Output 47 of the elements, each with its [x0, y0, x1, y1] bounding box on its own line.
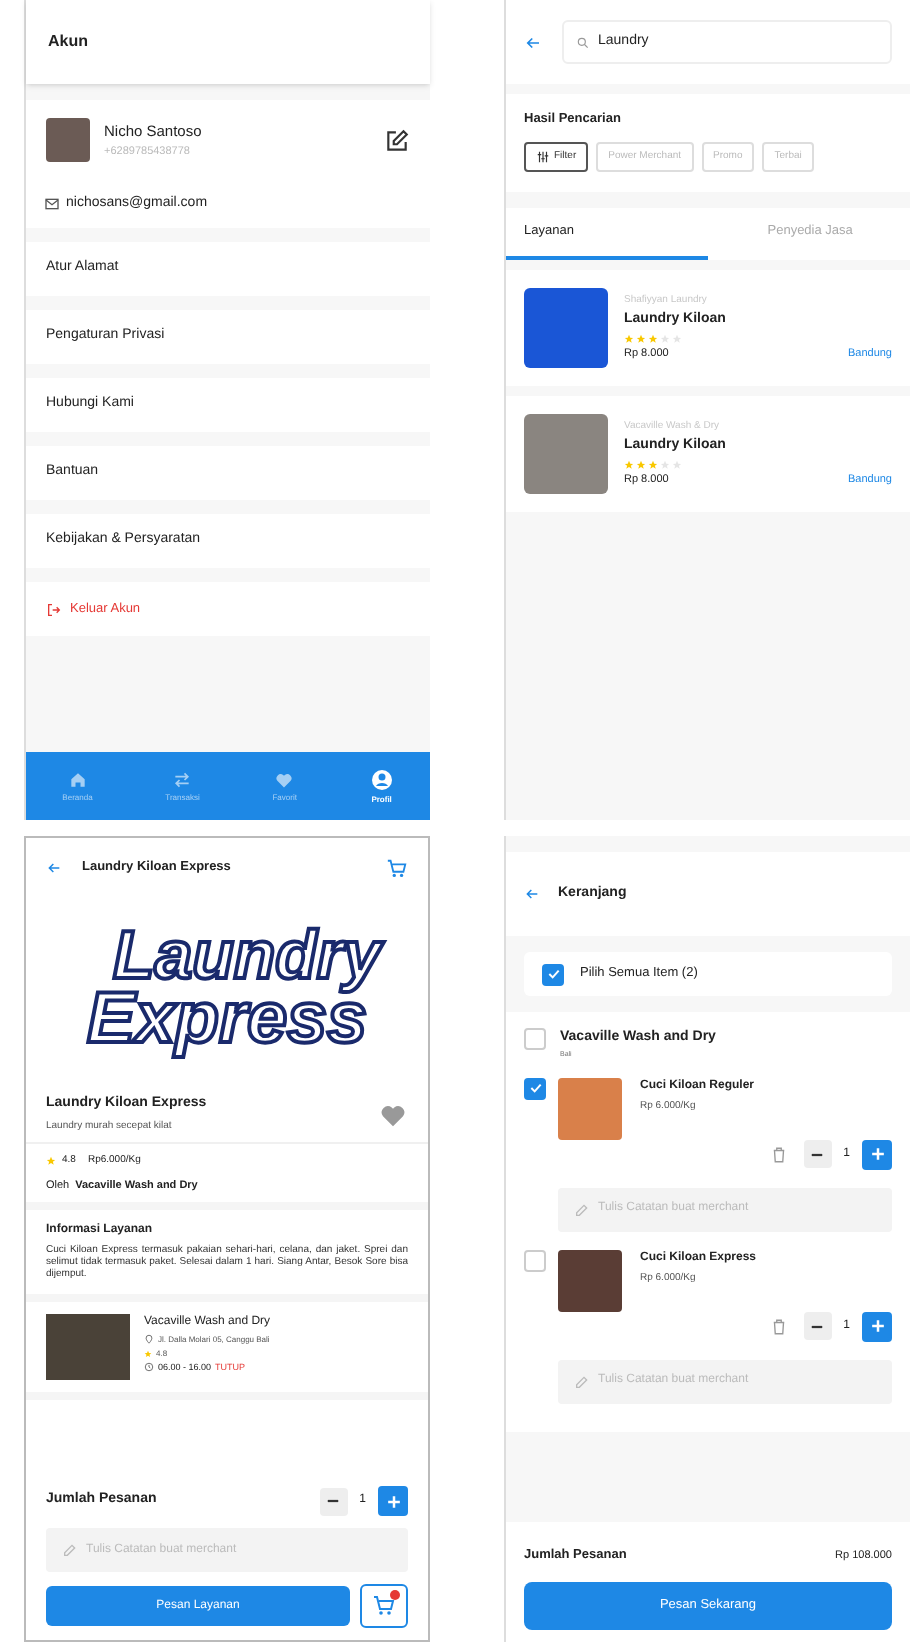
checkbox[interactable]	[524, 1249, 546, 1272]
photo-placeholder	[524, 413, 608, 494]
sliders-icon	[536, 149, 550, 164]
back-arrow-icon[interactable]	[46, 860, 62, 876]
plus-button[interactable]	[862, 1311, 892, 1342]
star-icon	[144, 1349, 152, 1357]
plus-button[interactable]	[862, 1139, 892, 1170]
logout-icon	[46, 601, 62, 617]
back-arrow-icon[interactable]	[524, 33, 542, 51]
heart-icon	[274, 769, 295, 789]
edit-icon	[574, 1201, 590, 1218]
cart-icon	[372, 1594, 396, 1618]
star-icon	[46, 1156, 56, 1167]
plus-icon	[383, 1491, 403, 1511]
photo-placeholder	[558, 1077, 622, 1140]
checkbox[interactable]	[524, 1077, 546, 1100]
check-icon	[527, 1080, 543, 1097]
checkbox[interactable]	[524, 1028, 546, 1050]
clock-icon	[144, 1362, 154, 1373]
home-icon	[67, 769, 88, 789]
mail-icon	[44, 196, 60, 212]
edit-icon[interactable]	[384, 127, 410, 153]
brand-logo: Laundry Express	[26, 898, 428, 1078]
plus-icon	[867, 1144, 887, 1165]
cart-icon[interactable]	[386, 857, 408, 879]
back-arrow-icon[interactable]	[524, 886, 540, 902]
edit-icon	[574, 1373, 590, 1390]
search-icon	[576, 35, 590, 49]
swap-arrows-icon	[172, 769, 193, 789]
edit-icon	[62, 1542, 78, 1558]
plus-button[interactable]	[378, 1486, 408, 1516]
check-icon	[545, 966, 561, 982]
minus-button[interactable]	[803, 1312, 832, 1341]
trash-icon[interactable]	[769, 1145, 788, 1164]
trash-icon[interactable]	[769, 1317, 788, 1336]
page-title: Akun	[48, 30, 88, 54]
minus-button[interactable]	[803, 1140, 832, 1169]
user-icon	[369, 767, 394, 791]
location-pin-icon	[144, 1334, 154, 1344]
logo-placeholder	[524, 287, 608, 368]
checkbox[interactable]	[542, 963, 564, 985]
avatar-placeholder	[46, 118, 90, 162]
minus-button[interactable]	[319, 1487, 348, 1515]
plus-icon	[867, 1316, 887, 1337]
photo-placeholder	[46, 1313, 130, 1379]
photo-placeholder	[558, 1249, 622, 1312]
cart-button[interactable]	[360, 1584, 408, 1628]
